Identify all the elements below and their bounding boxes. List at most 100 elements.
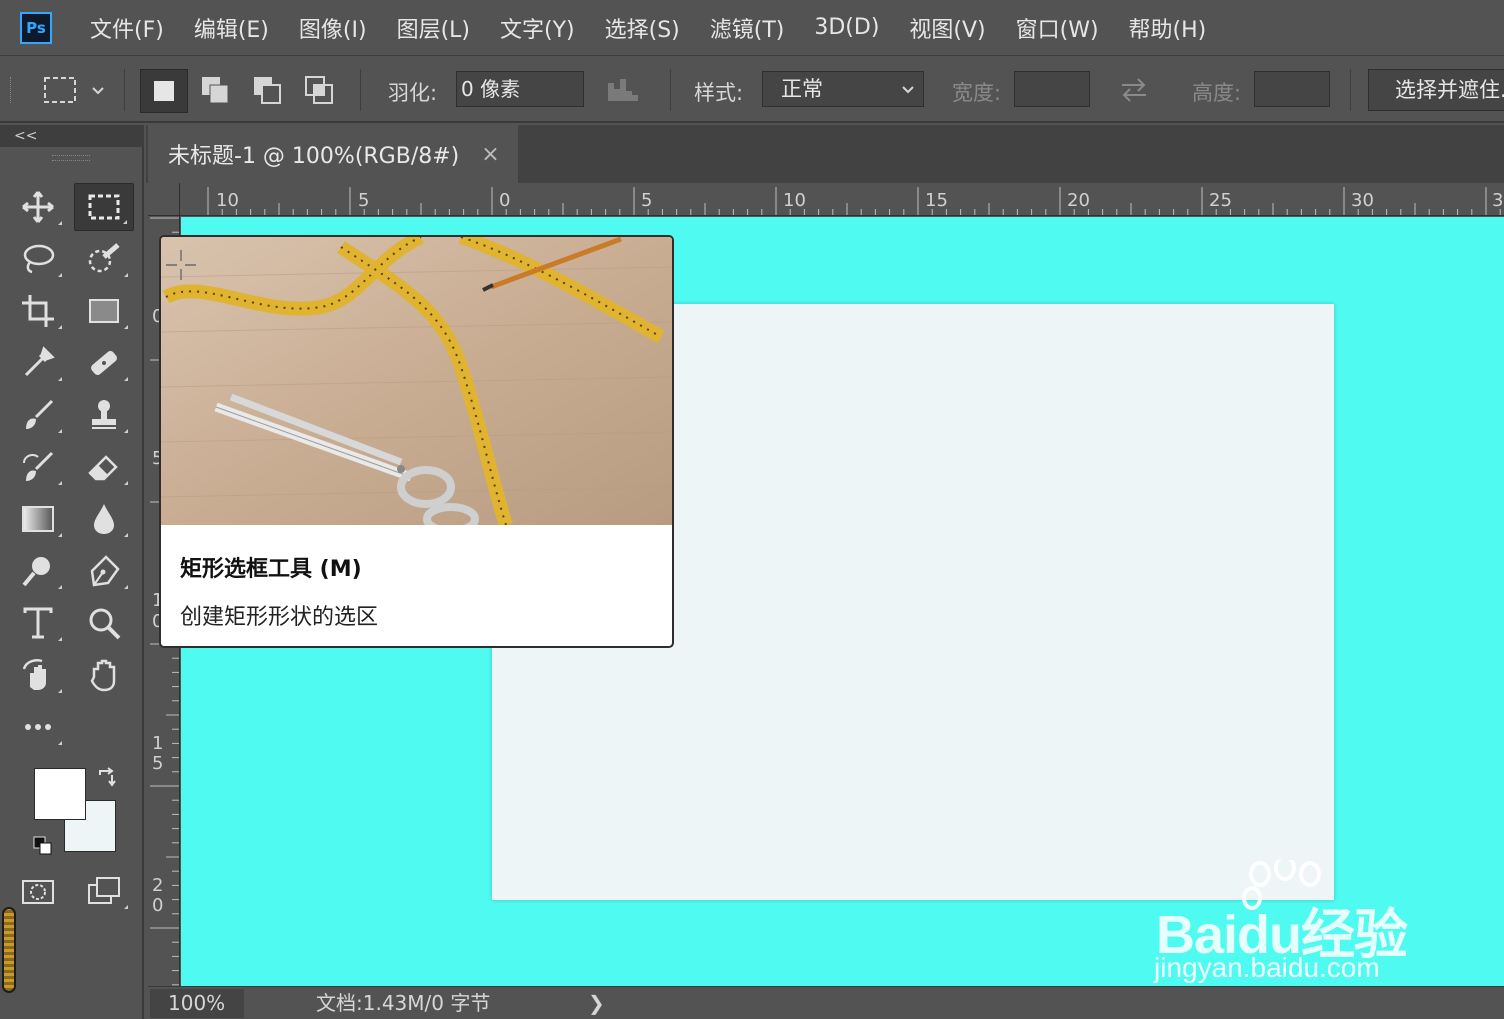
- clone-stamp-tool[interactable]: [74, 391, 134, 439]
- crop-tool[interactable]: [8, 287, 68, 335]
- swap-colors-icon: [99, 767, 116, 787]
- panel-collapse-button[interactable]: <<: [0, 125, 144, 147]
- status-bar: 100% 文档:1.43M/0 字节 ❯: [148, 986, 1504, 1019]
- eyedropper-tool[interactable]: [8, 339, 68, 387]
- chevron-down-icon: [902, 86, 914, 94]
- edit-toolbar-button[interactable]: [8, 703, 68, 751]
- water-drop-icon: [94, 504, 114, 534]
- crosshair-cursor-icon: [166, 250, 196, 280]
- more-ellipsis-icon: [25, 724, 51, 730]
- intersect-selection-icon: [305, 76, 333, 104]
- close-icon[interactable]: ×: [481, 142, 499, 167]
- zoom-tool[interactable]: [74, 599, 134, 647]
- add-to-selection-button[interactable]: [196, 71, 236, 115]
- screen-mode-button[interactable]: [74, 867, 134, 915]
- status-menu-arrow[interactable]: ❯: [588, 987, 605, 1019]
- height-input[interactable]: [1254, 71, 1330, 107]
- lasso-icon: [23, 244, 55, 274]
- hand-tool[interactable]: [74, 651, 134, 699]
- lasso-tool[interactable]: [8, 235, 68, 283]
- width-label: 宽度:: [952, 81, 1002, 105]
- move-tool[interactable]: [8, 183, 68, 231]
- crop-icon: [22, 295, 54, 327]
- menu-3d[interactable]: 3D(D): [814, 15, 879, 40]
- ruler-label: 15: [925, 190, 948, 211]
- menu-layer[interactable]: 图层(L): [397, 12, 470, 44]
- separator: [1350, 69, 1351, 111]
- ruler-label: 10: [216, 190, 239, 211]
- width-input[interactable]: [1014, 71, 1090, 107]
- magnifier-icon: [89, 608, 121, 640]
- dodge-tool[interactable]: [8, 547, 68, 595]
- style-select[interactable]: 正常: [762, 71, 924, 107]
- select-and-mask-button[interactable]: 选择并遮住...: [1368, 69, 1504, 111]
- healing-brush-tool[interactable]: [74, 339, 134, 387]
- options-grip: [10, 77, 14, 103]
- tooltip-illustration: [161, 237, 672, 525]
- document-tab[interactable]: 未标题-1 @ 100%(RGB/8#) ×: [148, 125, 518, 183]
- default-colors-icon: [33, 836, 52, 855]
- menu-window[interactable]: 窗口(W): [1016, 12, 1099, 44]
- rectangular-marquee-tool[interactable]: [74, 183, 134, 231]
- menu-help[interactable]: 帮助(H): [1129, 12, 1207, 44]
- document-tab-title: 未标题-1 @ 100%(RGB/8#): [168, 144, 460, 169]
- feather-input[interactable]: 0 像素: [456, 71, 584, 107]
- brush-tool[interactable]: [8, 391, 68, 439]
- move-icon: [22, 191, 54, 223]
- ruler-label: 10: [783, 190, 806, 211]
- pen-tool[interactable]: [74, 547, 134, 595]
- marquee-rectangle-icon: [88, 194, 120, 220]
- ruler-label: 2 0: [152, 875, 164, 916]
- eraser-tool[interactable]: [74, 443, 134, 491]
- rotate-view-tool[interactable]: [8, 651, 68, 699]
- new-selection-icon: [154, 81, 174, 101]
- menu-filter[interactable]: 滤镜(T): [710, 12, 785, 44]
- zoom-level-input[interactable]: 100%: [150, 989, 244, 1018]
- separator: [360, 69, 361, 111]
- eyedropper-icon: [24, 346, 55, 377]
- type-tool[interactable]: [8, 599, 68, 647]
- ruler-origin[interactable]: [148, 183, 180, 216]
- tool-tooltip: 矩形选框工具 (M) 创建矩形形状的选区: [159, 235, 674, 648]
- ruler-label: 5: [358, 190, 370, 211]
- menu-edit[interactable]: 编辑(E): [194, 12, 269, 44]
- subtract-from-selection-button[interactable]: [248, 71, 288, 115]
- hand-icon: [90, 659, 116, 692]
- photoshop-logo: Ps: [20, 11, 52, 44]
- tool-preset-picker[interactable]: [40, 73, 110, 111]
- stamp-icon: [92, 400, 116, 429]
- quick-mask-button[interactable]: [8, 867, 68, 915]
- intersect-selection-button[interactable]: [300, 71, 340, 115]
- default-colors-button[interactable]: [32, 835, 54, 861]
- screen-mode-icon: [88, 877, 120, 904]
- scroll-handle[interactable]: [2, 907, 16, 993]
- horizontal-ruler[interactable]: 10 5 0 5 10 15 20 25 30 3: [180, 183, 1504, 216]
- blur-tool[interactable]: [74, 495, 134, 543]
- menu-type[interactable]: 文字(Y): [500, 12, 575, 44]
- baidu-watermark: Baidu经验 jingyan.baidu.com: [1150, 860, 1430, 990]
- history-brush-icon: [23, 451, 54, 481]
- menu-select[interactable]: 选择(S): [605, 12, 680, 44]
- toolbar-grip[interactable]: [52, 155, 90, 161]
- menu-view[interactable]: 视图(V): [909, 12, 985, 44]
- feather-label: 羽化:: [388, 81, 438, 105]
- new-selection-button[interactable]: [140, 69, 188, 113]
- swap-dimensions-button[interactable]: [1118, 75, 1150, 109]
- gradient-tool[interactable]: [8, 495, 68, 543]
- quick-selection-icon: [88, 243, 120, 273]
- foreground-color-swatch[interactable]: [34, 768, 86, 820]
- swap-colors-button[interactable]: [96, 767, 120, 793]
- anti-alias-toggle[interactable]: [606, 77, 644, 107]
- quick-selection-tool[interactable]: [74, 235, 134, 283]
- menu-file[interactable]: 文件(F): [90, 12, 164, 44]
- history-brush-tool[interactable]: [8, 443, 68, 491]
- marquee-preset-icon: [44, 77, 104, 103]
- document-tab-bar: 未标题-1 @ 100%(RGB/8#) ×: [146, 125, 1504, 183]
- eraser-icon: [88, 455, 118, 481]
- document-info: 文档:1.43M/0 字节: [316, 991, 491, 1015]
- ruler-label: 1 5: [152, 733, 164, 774]
- ruler-label: 25: [1209, 190, 1232, 211]
- brush-icon: [26, 399, 54, 429]
- menu-image[interactable]: 图像(I): [299, 12, 367, 44]
- frame-tool[interactable]: [74, 287, 134, 335]
